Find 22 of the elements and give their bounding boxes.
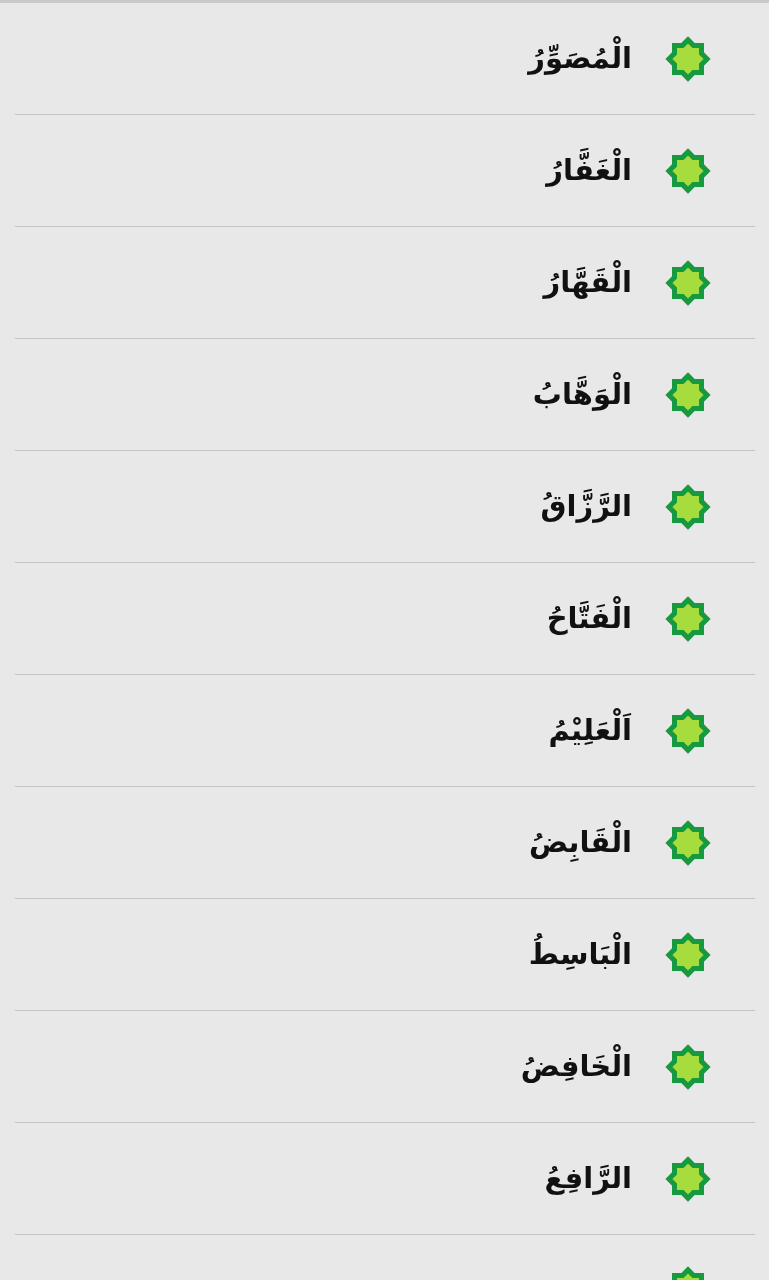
name-label: الْقَابِضُ [528, 819, 632, 866]
name-label: الْخَافِضُ [520, 1043, 632, 1090]
name-list-item[interactable]: الرَّافِعُ [15, 1123, 755, 1235]
name-label: الرَّافِعُ [544, 1160, 632, 1198]
name-label: الْغَفَّارُ [546, 147, 632, 194]
name-list-item[interactable]: الرَّزَّاقُ [15, 451, 755, 563]
name-list-item[interactable]: الْوَهَّابُ [15, 339, 755, 451]
name-label: الْفَتَّاحُ [546, 595, 632, 642]
name-label: الْبَاسِطُ [528, 931, 632, 978]
name-list-item[interactable]: اَلْعَلِيْمُ [15, 675, 755, 787]
name-list-item[interactable]: الْقَهَّارُ [15, 227, 755, 339]
name-label: الْوَهَّابُ [532, 371, 632, 418]
name-list-item[interactable]: الْفَتَّاحُ [15, 563, 755, 675]
name-label: الْقَهَّارُ [543, 259, 632, 306]
name-list-item[interactable]: الْمُصَوِّرُ [15, 3, 755, 115]
name-label: اَلْعَلِيْمُ [548, 707, 632, 754]
name-list-item[interactable]: الْقَابِضُ [15, 787, 755, 899]
name-label: الْمُصَوِّرُ [528, 35, 632, 82]
name-list-item[interactable]: الْبَاسِطُ [15, 899, 755, 1011]
name-list-item[interactable]: الْخَافِضُ [15, 1011, 755, 1123]
name-list-item[interactable]: الْغَفَّارُ [15, 115, 755, 227]
name-label: الرَّزَّاقُ [540, 488, 632, 526]
